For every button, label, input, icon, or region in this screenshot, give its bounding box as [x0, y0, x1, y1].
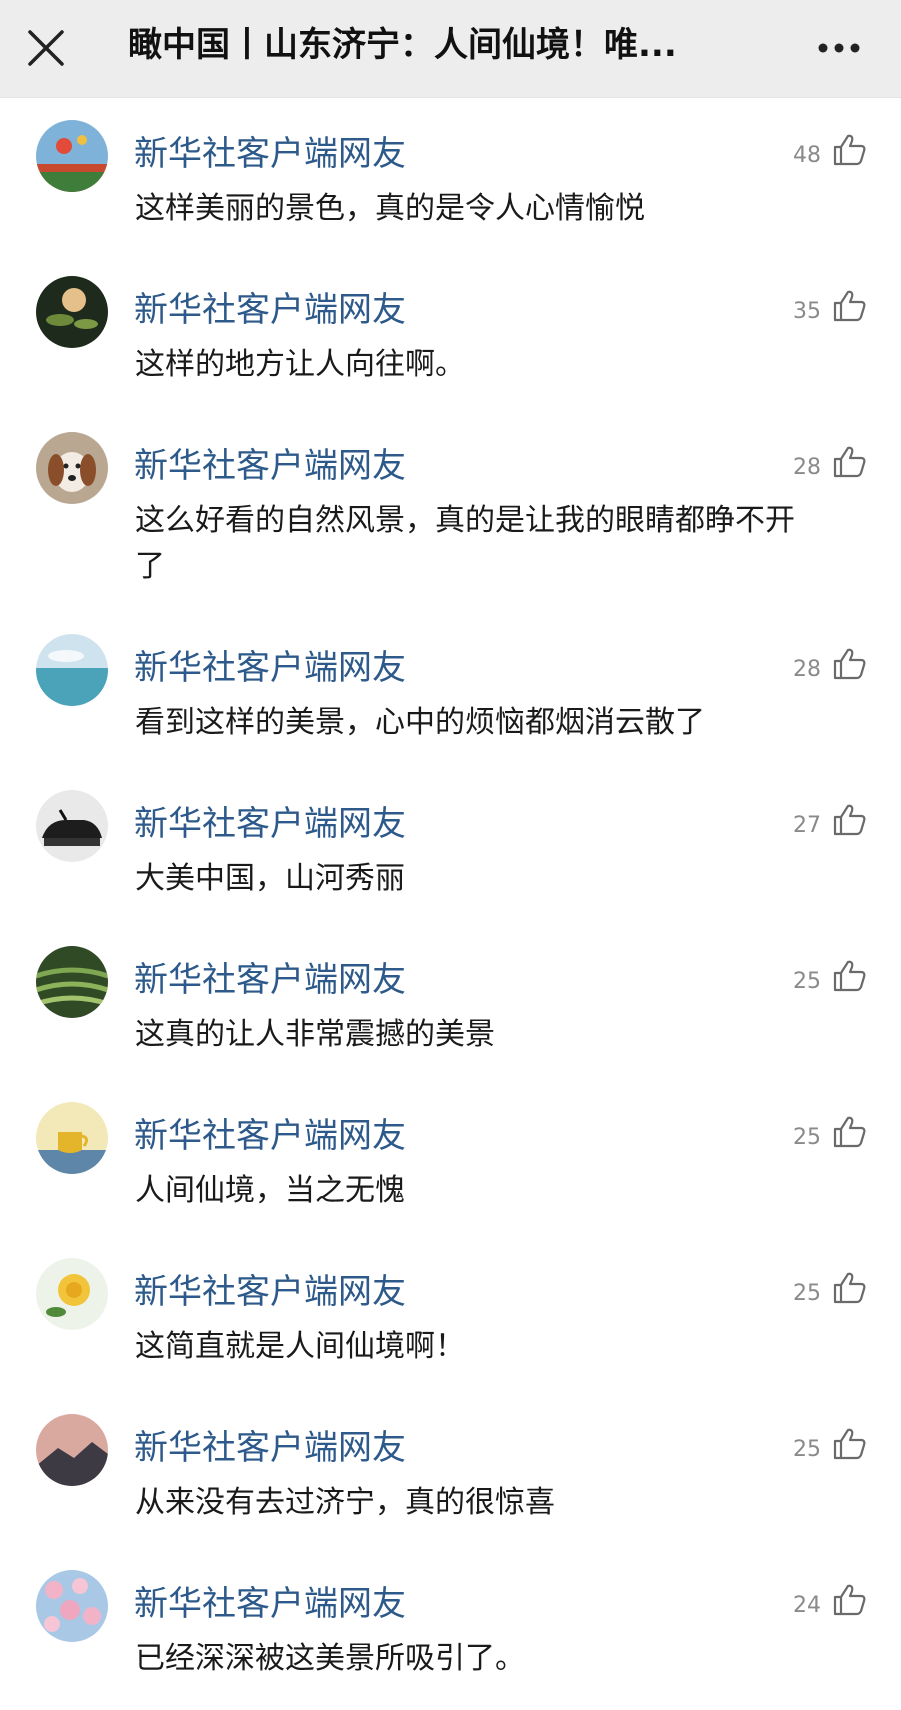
like-count: 35: [793, 298, 821, 324]
like-count: 25: [793, 1436, 821, 1462]
thumbs-up-icon: [833, 648, 866, 680]
avatar-image-balloon-icon: [36, 120, 108, 192]
like-count: 25: [793, 1124, 821, 1150]
comment-text: 这真的让人非常震撼的美景: [135, 1017, 495, 1052]
avatar[interactable]: [36, 432, 108, 504]
comment-item: 新华社客户端网友 25 这简直就是人间仙境啊！: [0, 1236, 901, 1392]
like-count: 48: [793, 142, 821, 168]
more-button[interactable]: [811, 26, 867, 70]
avatar[interactable]: [36, 790, 108, 862]
username[interactable]: 新华社客户端网友: [134, 132, 406, 176]
comment-item: 新华社客户端网友 24 已经深深被这美景所吸引了。: [0, 1548, 901, 1704]
page-title: 瞰中国丨山东济宁：人间仙境！唯...: [128, 25, 677, 65]
comment-item: 新华社客户端网友 25 这真的让人非常震撼的美景: [0, 924, 901, 1080]
avatar[interactable]: [36, 1102, 108, 1174]
avatar-image-terraces-icon: [36, 946, 108, 1018]
thumbs-up-icon: [833, 134, 866, 166]
comment-item: 新华社客户端网友 35 这样的地方让人向往啊。: [0, 254, 901, 410]
thumbs-up-icon: [833, 290, 866, 322]
comment-text: 这样美丽的景色，真的是令人心情愉悦: [135, 191, 645, 226]
avatar-image-sea-icon: [36, 634, 108, 706]
username[interactable]: 新华社客户端网友: [134, 1582, 406, 1626]
comment-text: 已经深深被这美景所吸引了。: [135, 1641, 525, 1676]
thumbs-up-icon: [833, 804, 866, 836]
username[interactable]: 新华社客户端网友: [134, 958, 406, 1002]
comment-text: 大美中国，山河秀丽: [135, 861, 405, 896]
thumbs-up-icon: [833, 1584, 866, 1616]
avatar-image-rose-icon: [36, 1258, 108, 1330]
comment-item: 新华社客户端网友 25 从来没有去过济宁，真的很惊喜: [0, 1392, 901, 1548]
like-count: 28: [793, 656, 821, 682]
avatar[interactable]: [36, 1258, 108, 1330]
username[interactable]: 新华社客户端网友: [134, 288, 406, 332]
avatar-image-car-icon: [36, 790, 108, 862]
like-count: 25: [793, 968, 821, 994]
thumbs-up-icon: [833, 1272, 866, 1304]
avatar[interactable]: [36, 1570, 108, 1642]
username[interactable]: 新华社客户端网友: [134, 444, 406, 488]
comment-text: 从来没有去过济宁，真的很惊喜: [135, 1485, 555, 1520]
like-count: 27: [793, 812, 821, 838]
like-button[interactable]: 48: [793, 128, 867, 172]
comment-text: 人间仙境，当之无愧: [135, 1173, 405, 1208]
like-button[interactable]: 27: [793, 798, 867, 842]
avatar[interactable]: [36, 276, 108, 348]
username[interactable]: 新华社客户端网友: [134, 1426, 406, 1470]
like-button[interactable]: 25: [793, 1110, 867, 1154]
comment-text: 这么好看的自然风景，真的是让我的眼睛都睁不开了: [135, 503, 795, 584]
comment-list: 新华社客户端网友 48 这样美丽的景色，真的是令人心情愉悦 新华社客户端网友 3…: [0, 98, 901, 1704]
thumbs-up-icon: [833, 1428, 866, 1460]
comment-text: 这简直就是人间仙境啊！: [135, 1329, 465, 1364]
avatar-image-blossom-icon: [36, 1570, 108, 1642]
username[interactable]: 新华社客户端网友: [134, 802, 406, 846]
top-bar: 瞰中国丨山东济宁：人间仙境！唯...: [0, 0, 901, 98]
like-count: 28: [793, 454, 821, 480]
close-icon: [28, 30, 64, 66]
comment-item: 新华社客户端网友 27 大美中国，山河秀丽: [0, 768, 901, 924]
avatar[interactable]: [36, 634, 108, 706]
like-button[interactable]: 35: [793, 284, 867, 328]
username[interactable]: 新华社客户端网友: [134, 1114, 406, 1158]
like-button[interactable]: 24: [793, 1578, 867, 1622]
avatar[interactable]: [36, 1414, 108, 1486]
username[interactable]: 新华社客户端网友: [134, 1270, 406, 1314]
like-button[interactable]: 25: [793, 1422, 867, 1466]
username[interactable]: 新华社客户端网友: [134, 646, 406, 690]
like-count: 24: [793, 1592, 821, 1618]
avatar-image-dog-icon: [36, 432, 108, 504]
avatar-image-mountain-icon: [36, 1414, 108, 1486]
comment-item: 新华社客户端网友 25 人间仙境，当之无愧: [0, 1080, 901, 1236]
avatar[interactable]: [36, 946, 108, 1018]
thumbs-up-icon: [833, 1116, 866, 1148]
like-button[interactable]: 25: [793, 1266, 867, 1310]
thumbs-up-icon: [833, 960, 866, 992]
like-button[interactable]: 25: [793, 954, 867, 998]
like-button[interactable]: 28: [793, 642, 867, 686]
comment-text: 看到这样的美景，心中的烦恼都烟消云散了: [135, 705, 705, 740]
comment-item: 新华社客户端网友 48 这样美丽的景色，真的是令人心情愉悦: [0, 98, 901, 254]
more-dots-icon: [818, 43, 860, 53]
like-button[interactable]: 28: [793, 440, 867, 484]
like-count: 25: [793, 1280, 821, 1306]
thumbs-up-icon: [833, 446, 866, 478]
avatar-image-cup-icon: [36, 1102, 108, 1174]
comment-text: 这样的地方让人向往啊。: [135, 347, 465, 382]
avatar[interactable]: [36, 120, 108, 192]
comment-item: 新华社客户端网友 28 看到这样的美景，心中的烦恼都烟消云散了: [0, 612, 901, 768]
avatar-image-flower-icon: [36, 276, 108, 348]
comment-item: 新华社客户端网友 28 这么好看的自然风景，真的是让我的眼睛都睁不开了: [0, 410, 901, 612]
close-button[interactable]: [22, 24, 70, 72]
